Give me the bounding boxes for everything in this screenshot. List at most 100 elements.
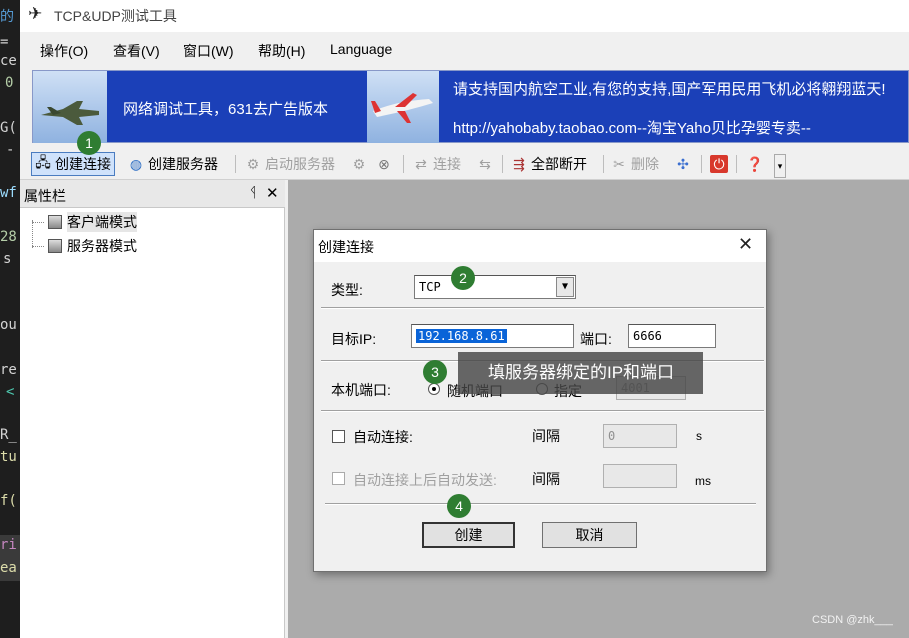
server-icon: ⚙ — [246, 155, 260, 172]
editor-line: G( — [0, 120, 17, 136]
toolbar: 🖧 创建连接 ◍ 创建服务器 ⚙ 启动服务器 ⚙ ⊗ ⇄ 连接 ⇆ ⇶ 全部断开 — [20, 146, 909, 180]
tree-item-client-mode[interactable]: 客户端模式 — [32, 211, 137, 233]
cancel-button[interactable]: 取消 — [542, 522, 637, 548]
send-interval-unit: ms — [695, 474, 711, 488]
cancel-circle-button[interactable]: ⊗ — [375, 152, 396, 176]
random-port-radio[interactable] — [428, 383, 440, 395]
airliner-image — [367, 71, 439, 143]
send-interval-input[interactable] — [603, 464, 677, 488]
start-server-label: 启动服务器 — [265, 156, 335, 172]
monitor-icon — [48, 239, 62, 253]
editor-line: wf — [0, 185, 17, 201]
pin-icon[interactable]: ᛩ — [249, 185, 257, 201]
banner-left-text: 网络调试工具，631去广告版本 — [123, 101, 329, 118]
menu-view[interactable]: 查看(V) — [113, 41, 160, 61]
editor-line: < — [6, 384, 15, 400]
step-badge-1: 1 — [77, 131, 101, 155]
auto-connect-checkbox[interactable] — [332, 430, 345, 443]
chevron-down-icon: ▼ — [556, 277, 574, 297]
toolbar-overflow-button[interactable]: ▾ — [774, 154, 786, 178]
disconnect-all-icon: ⇶ — [513, 155, 525, 172]
divider — [321, 410, 764, 412]
menu-operate[interactable]: 操作(O) — [40, 41, 88, 61]
help-button[interactable]: ❓ — [746, 152, 767, 176]
target-ip-input[interactable]: 192.168.8.61 — [411, 324, 574, 348]
delete-button[interactable]: ✂ 删除 — [610, 152, 659, 176]
close-icon[interactable]: ✕ — [266, 184, 279, 202]
type-label: 类型: — [331, 282, 363, 298]
dialog-title: 创建连接 — [318, 239, 374, 255]
interval-value: 0 — [608, 429, 616, 443]
network-icon: ✣ — [677, 155, 689, 172]
menu-language[interactable]: Language — [330, 41, 392, 57]
disconnect-all-label: 全部断开 — [531, 156, 587, 172]
toolbar-separator — [403, 155, 404, 173]
create-connection-dialog: 创建连接 ✕ 类型: TCP ▼ 目标IP: 192.168.8.61 端口: … — [313, 229, 767, 572]
property-panel-title: 属性栏 — [24, 188, 66, 204]
tree-item-label: 客户端模式 — [67, 212, 137, 232]
banner-url: http://yahobaby.taobao.com--淘宝Yaho贝比孕婴专卖… — [453, 120, 811, 137]
auto-send-checkbox[interactable] — [332, 472, 345, 485]
target-ip-value: 192.168.8.61 — [416, 329, 507, 343]
menu-bar: 操作(O) 查看(V) 窗口(W) 帮助(H) Language — [20, 34, 909, 66]
power-button[interactable]: ⏻ — [710, 152, 731, 176]
editor-line: ri — [0, 537, 17, 553]
editor-line: = — [0, 34, 9, 50]
connect-icon: ⇄ — [415, 155, 427, 172]
editor-line: f( — [0, 493, 17, 509]
ad-banner[interactable]: 网络调试工具，631去广告版本 请支持国内航空工业,有您的支持,国产军用民用飞机… — [32, 70, 909, 143]
local-port-label: 本机端口: — [331, 382, 391, 398]
disconnect-icon: ⇆ — [479, 155, 491, 172]
interval-unit: s — [696, 429, 702, 443]
connect-button[interactable]: ⇄ 连接 — [412, 152, 461, 176]
chevron-down-icon: ▾ — [777, 160, 783, 171]
toolbar-separator — [701, 155, 702, 173]
create-button[interactable]: 创建 — [422, 522, 515, 548]
create-server-button[interactable]: ◍ 创建服务器 — [127, 152, 218, 176]
create-server-label: 创建服务器 — [148, 156, 218, 172]
instruction-tooltip: 填服务器绑定的IP和端口 — [458, 352, 703, 394]
step-badge-4: 4 — [447, 494, 471, 518]
interval-input[interactable]: 0 — [603, 424, 677, 448]
create-connection-label: 创建连接 — [55, 156, 111, 172]
start-server-button[interactable]: ⚙ 启动服务器 — [244, 152, 335, 176]
port-label: 端口: — [580, 331, 612, 347]
tree-item-server-mode[interactable]: 服务器模式 — [32, 235, 137, 257]
editor-line: 的 — [0, 9, 14, 25]
delete-label: 删除 — [631, 156, 659, 172]
editor-line: 28 — [0, 229, 17, 245]
type-select[interactable]: TCP ▼ — [414, 275, 576, 299]
globe-icon: ◍ — [129, 155, 143, 172]
network-button[interactable]: ✣ — [674, 152, 695, 176]
app-window: ✈ TCP&UDP测试工具 操作(O) 查看(V) 窗口(W) 帮助(H) La… — [20, 0, 909, 638]
menu-help[interactable]: 帮助(H) — [258, 41, 305, 61]
background-editor-strip: 的 = ce 0 G( - wf 28 s ou re < R_ tu f( r… — [0, 0, 20, 638]
editor-line: s — [3, 251, 12, 267]
create-connection-button[interactable]: 🖧 创建连接 — [31, 152, 115, 176]
editor-line: ou — [0, 317, 17, 333]
step-badge-3: 3 — [423, 360, 447, 384]
stop-server-button[interactable]: ⚙ — [350, 152, 371, 176]
scissors-icon: ✂ — [613, 155, 625, 172]
cancel-circle-icon: ⊗ — [378, 155, 390, 172]
editor-line: tu — [0, 449, 17, 465]
toolbar-separator — [603, 155, 604, 173]
help-icon: ❓ — [746, 155, 764, 172]
editor-line: 0 — [5, 75, 14, 91]
editor-line: re — [0, 362, 17, 378]
menu-window[interactable]: 窗口(W) — [183, 41, 234, 61]
disconnect-all-button[interactable]: ⇶ 全部断开 — [510, 152, 587, 176]
disconnect-button[interactable]: ⇆ — [476, 152, 497, 176]
port-input[interactable]: 6666 — [628, 324, 716, 348]
connect-label: 连接 — [433, 156, 461, 172]
editor-line: - — [6, 142, 15, 158]
auto-connect-label: 自动连接: — [353, 429, 413, 445]
step-badge-2: 2 — [451, 266, 475, 290]
type-select-value: TCP — [419, 280, 441, 294]
close-icon[interactable]: ✕ — [738, 234, 753, 255]
interval-label: 间隔 — [532, 428, 560, 444]
dialog-title-bar — [314, 230, 766, 262]
port-value: 6666 — [633, 329, 662, 343]
toolbar-separator — [736, 155, 737, 173]
connection-icon: 🖧 — [35, 154, 51, 170]
